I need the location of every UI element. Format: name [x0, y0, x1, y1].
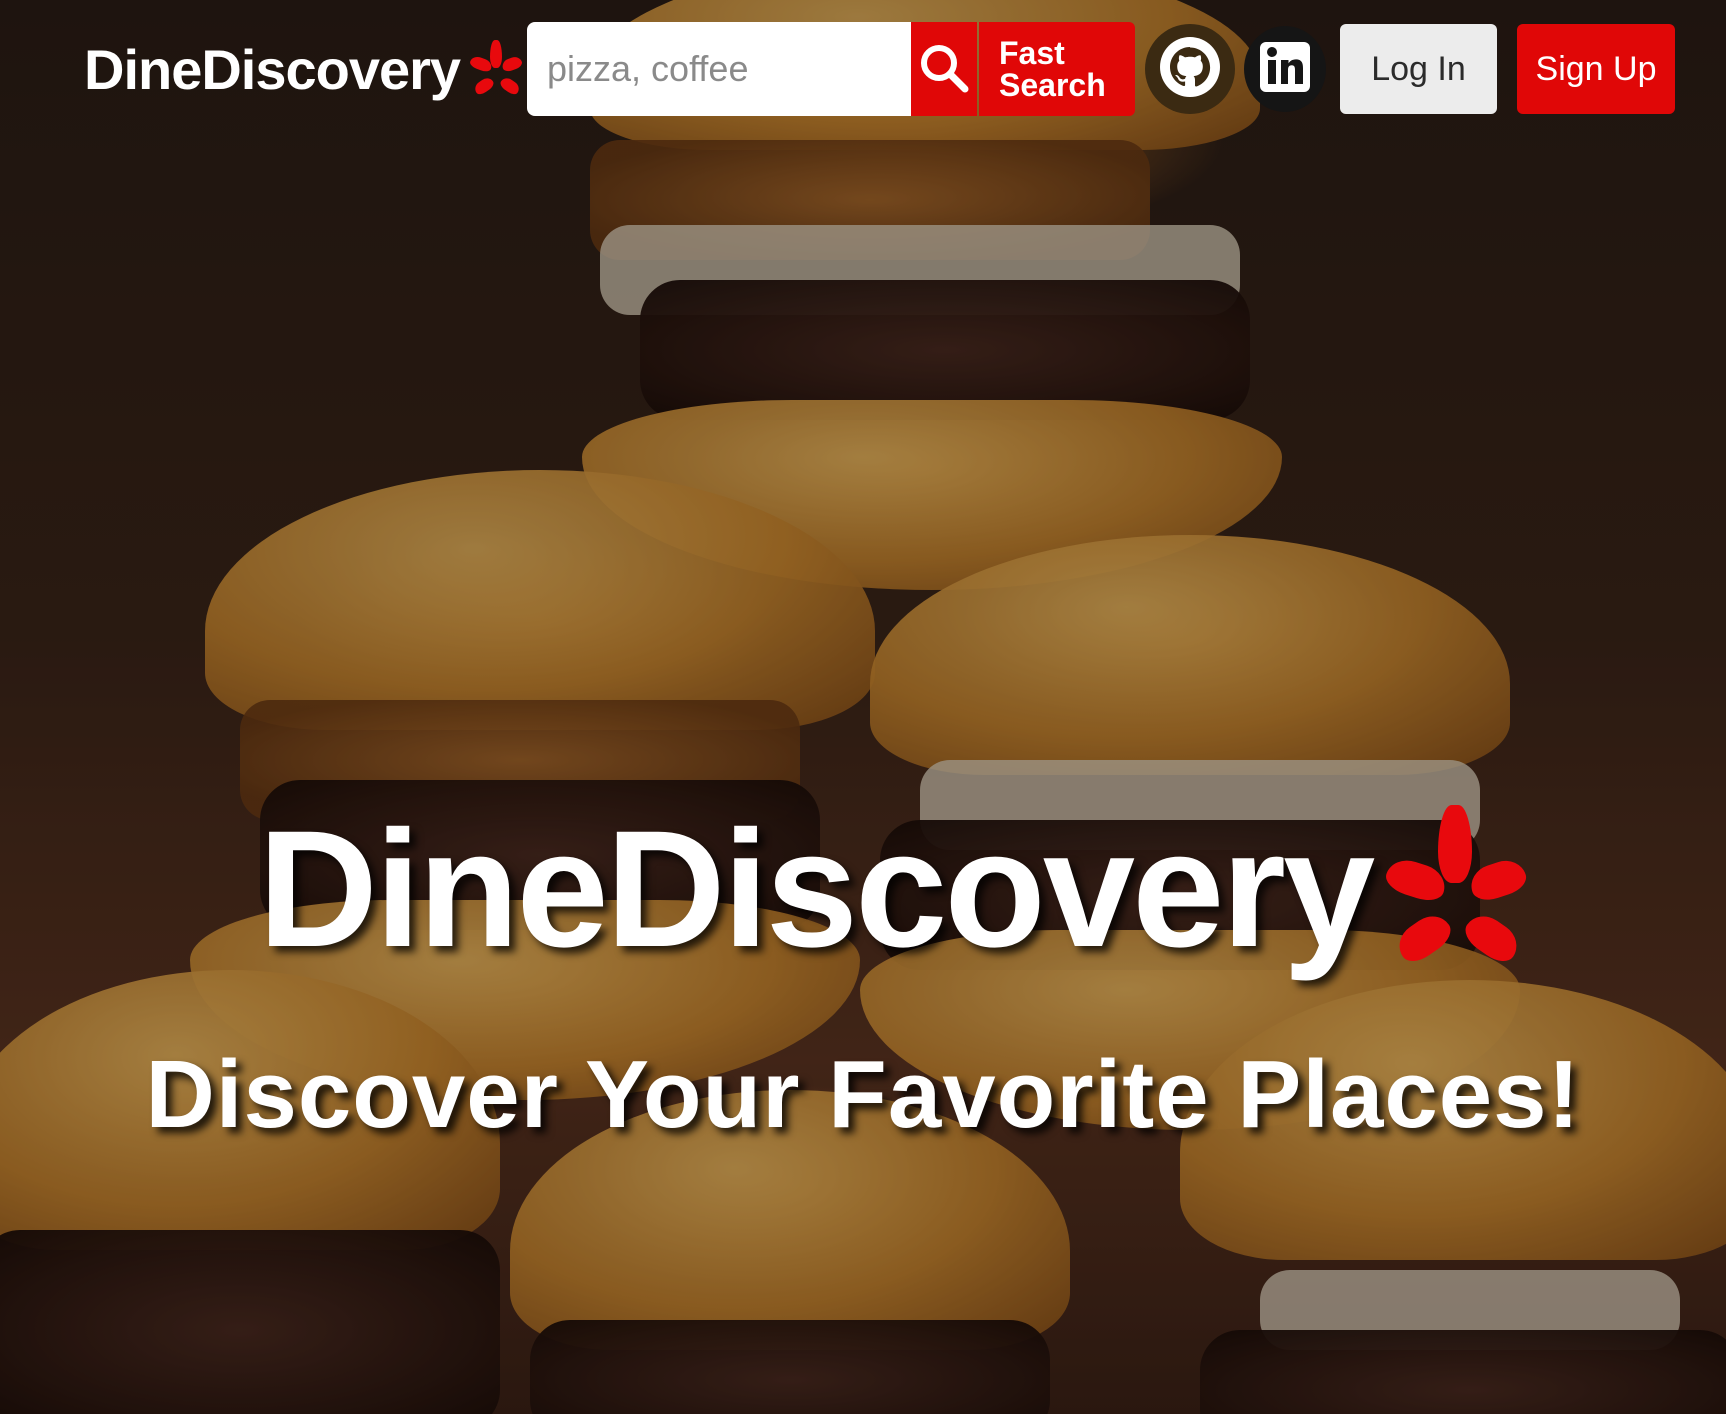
fast-search-button[interactable]: Fast Search	[979, 22, 1135, 116]
search-button[interactable]	[911, 22, 977, 116]
github-icon	[1158, 35, 1222, 104]
brand-name: DineDiscovery	[84, 38, 461, 101]
search-icon	[917, 41, 971, 98]
search-input[interactable]	[527, 22, 911, 116]
search-bar: Fast Search	[527, 22, 1135, 116]
hero-title-text: DineDiscovery	[258, 797, 1375, 982]
brand-logo[interactable]: DineDiscovery	[84, 36, 524, 104]
brand-burst-icon	[468, 38, 524, 102]
linkedin-icon	[1258, 40, 1312, 99]
login-button[interactable]: Log In	[1340, 24, 1497, 114]
signup-button[interactable]: Sign Up	[1517, 24, 1675, 114]
github-link[interactable]	[1145, 24, 1235, 114]
hero-title: DineDiscovery	[258, 797, 1531, 982]
top-navigation-bar: DineDiscovery Fast Search	[0, 0, 1726, 120]
fast-search-label-line1: Fast	[999, 35, 1065, 71]
hero-subtitle: Discover Your Favorite Places!	[145, 1041, 1581, 1148]
linkedin-link[interactable]	[1244, 26, 1326, 112]
hero-background-image	[0, 0, 1726, 1414]
hero-burst-icon	[1382, 805, 1531, 975]
fast-search-label-line2: Search	[999, 67, 1106, 103]
